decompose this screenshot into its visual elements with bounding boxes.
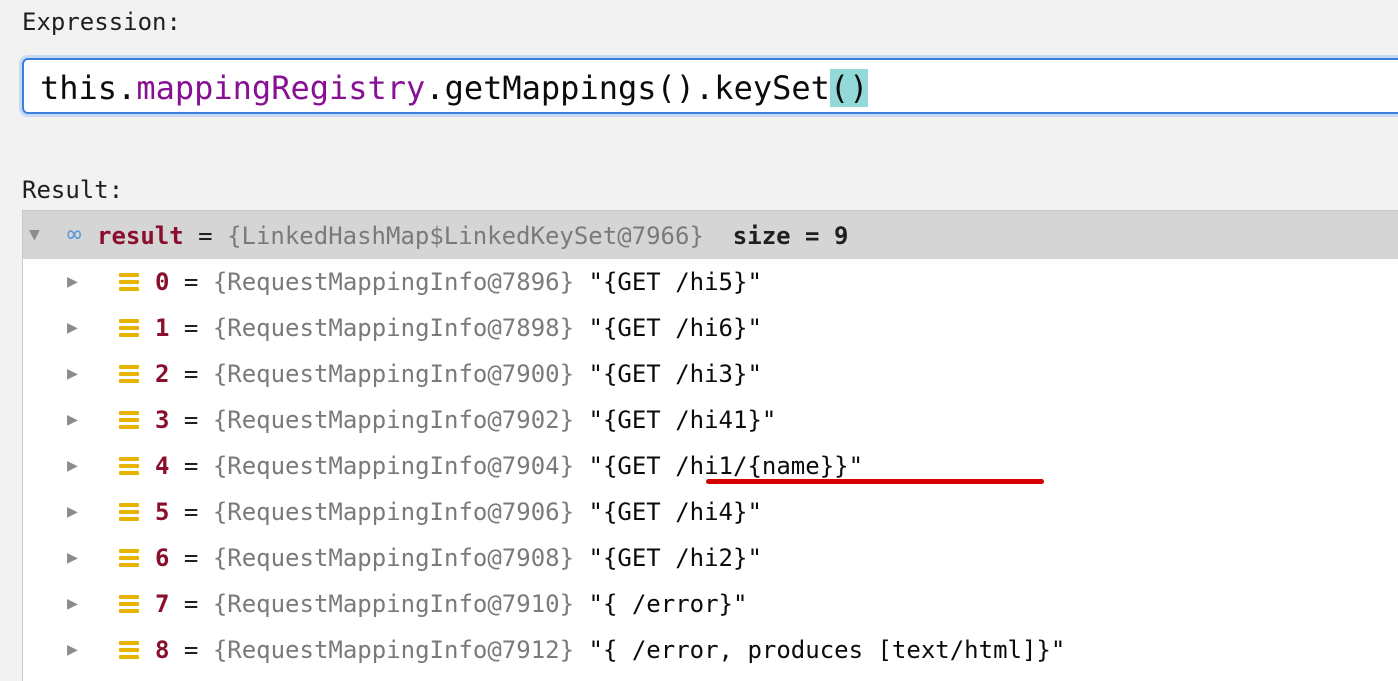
tree-row[interactable]: ▶ 2 = {RequestMappingInfo@7900} "{GET /hi… (23, 351, 1398, 397)
row-type: {RequestMappingInfo@7906} (212, 498, 575, 526)
tree-row[interactable]: ▶ 3 = {RequestMappingInfo@7902} "{GET /hi… (23, 397, 1398, 443)
triangle-right-icon[interactable]: ▶ (67, 489, 78, 535)
row-value: "{GET /hi4}" (588, 498, 762, 526)
list-icon (119, 549, 139, 567)
tree-row[interactable]: ▶ 5 = {RequestMappingInfo@7906} "{GET /hi… (23, 489, 1398, 535)
row-type: {RequestMappingInfo@7898} (212, 314, 575, 342)
row-type: {RequestMappingInfo@7900} (212, 360, 575, 388)
row-text: 8 = {RequestMappingInfo@7912} "{ /error,… (155, 636, 1066, 664)
row-value: "{ /error, produces [text/html]}" (588, 636, 1066, 664)
tree-row[interactable]: ▶ 8 = {RequestMappingInfo@7912} "{ /error… (23, 627, 1398, 673)
tree-row[interactable]: ▶ 7 = {RequestMappingInfo@7910} "{ /error… (23, 581, 1398, 627)
row-type: {RequestMappingInfo@7912} (212, 636, 575, 664)
list-icon (119, 641, 139, 659)
infinity-icon: ∞ (67, 220, 82, 248)
list-icon (119, 411, 139, 429)
expression-text[interactable]: this.mappingRegistry.getMappings().keySe… (40, 68, 869, 108)
triangle-right-icon[interactable]: ▶ (67, 351, 78, 397)
list-icon (119, 503, 139, 521)
list-icon (119, 319, 139, 337)
triangle-down-icon[interactable]: ▼ (29, 211, 40, 259)
row-index: 5 (155, 498, 170, 526)
triangle-right-icon[interactable]: ▶ (67, 627, 78, 673)
triangle-right-icon[interactable]: ▶ (67, 305, 78, 351)
result-tree[interactable]: ▼ ∞ result = {LinkedHashMap$LinkedKeySet… (22, 210, 1398, 681)
triangle-right-icon[interactable]: ▶ (67, 259, 78, 305)
row-value: "{ /error}" (588, 590, 748, 618)
row-text: 1 = {RequestMappingInfo@7898} "{GET /hi6… (155, 314, 762, 342)
tree-row[interactable]: ▶ 1 = {RequestMappingInfo@7898} "{GET /hi… (23, 305, 1398, 351)
triangle-right-icon[interactable]: ▶ (67, 535, 78, 581)
row-index: 2 (155, 360, 170, 388)
triangle-right-icon[interactable]: ▶ (67, 397, 78, 443)
row-index: 8 (155, 636, 170, 664)
row-type: {RequestMappingInfo@7910} (212, 590, 575, 618)
row-index: 4 (155, 452, 170, 480)
row-index: 1 (155, 314, 170, 342)
row-value: "{GET /hi2}" (588, 544, 762, 572)
row-text: 5 = {RequestMappingInfo@7906} "{GET /hi4… (155, 498, 762, 526)
row-text: 3 = {RequestMappingInfo@7902} "{GET /hi4… (155, 406, 777, 434)
result-root-row[interactable]: ▼ ∞ result = {LinkedHashMap$LinkedKeySet… (23, 211, 1398, 259)
row-value: "{GET /hi6}" (588, 314, 762, 342)
row-index: 0 (155, 268, 170, 296)
row-value: "{GET /hi3}" (588, 360, 762, 388)
annotation-underline (706, 479, 1044, 484)
triangle-right-icon[interactable]: ▶ (67, 581, 78, 627)
row-text: 6 = {RequestMappingInfo@7908} "{GET /hi2… (155, 544, 762, 572)
row-index: 3 (155, 406, 170, 434)
row-text: 2 = {RequestMappingInfo@7900} "{GET /hi3… (155, 360, 762, 388)
row-text: 4 = {RequestMappingInfo@7904} "{GET /hi1… (155, 452, 864, 480)
row-index: 6 (155, 544, 170, 572)
row-value: "{GET /hi1/{name}}" (588, 452, 864, 480)
row-type: {RequestMappingInfo@7908} (212, 544, 575, 572)
result-label: Result: (22, 176, 124, 204)
list-icon (119, 365, 139, 383)
tree-row[interactable]: ▶ 6 = {RequestMappingInfo@7908} "{GET /hi… (23, 535, 1398, 581)
row-type: {RequestMappingInfo@7902} (212, 406, 575, 434)
triangle-right-icon[interactable]: ▶ (67, 443, 78, 489)
expression-label: Expression: (22, 8, 181, 36)
row-index: 7 (155, 590, 170, 618)
row-text: 7 = {RequestMappingInfo@7910} "{ /error}… (155, 590, 748, 618)
list-icon (119, 457, 139, 475)
list-icon (119, 595, 139, 613)
root-text: result = {LinkedHashMap$LinkedKeySet@796… (97, 222, 849, 250)
row-type: {RequestMappingInfo@7904} (212, 452, 575, 480)
tree-row[interactable]: ▶ 0 = {RequestMappingInfo@7896} "{GET /hi… (23, 259, 1398, 305)
row-text: 0 = {RequestMappingInfo@7896} "{GET /hi5… (155, 268, 762, 296)
row-value: "{GET /hi41}" (588, 406, 777, 434)
expression-input[interactable]: this.mappingRegistry.getMappings().keySe… (22, 58, 1398, 114)
list-icon (119, 273, 139, 291)
row-value: "{GET /hi5}" (588, 268, 762, 296)
row-type: {RequestMappingInfo@7896} (212, 268, 575, 296)
